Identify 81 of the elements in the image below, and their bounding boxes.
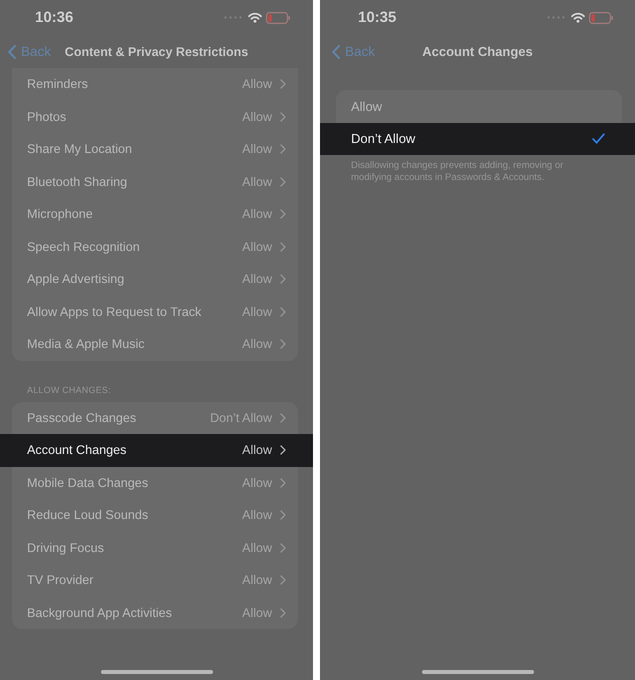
chevron-left-icon	[332, 44, 340, 58]
settings-row[interactable]: Reduce Loud Sounds Allow	[12, 499, 298, 532]
option-label: Allow	[351, 98, 382, 114]
row-label: Mobile Data Changes	[27, 476, 150, 490]
chevron-right-icon	[280, 242, 286, 252]
battery-icon	[266, 12, 290, 24]
settings-row[interactable]: Bluetooth Sharing Allow	[12, 166, 298, 198]
back-button[interactable]: Back	[332, 42, 376, 60]
row-label: Bluetooth Sharing	[27, 174, 128, 189]
back-button[interactable]: Back	[8, 42, 52, 60]
option-row[interactable]: Allow	[336, 90, 622, 122]
option-label: Don’t Allow	[351, 131, 416, 146]
row-value: Allow	[242, 443, 272, 458]
row-label: Photos	[27, 110, 68, 124]
row-value: Allow	[242, 540, 272, 555]
row-value: Allow	[242, 304, 272, 319]
row-label: Apple Advertising	[27, 272, 126, 286]
chevron-right-icon	[280, 209, 286, 220]
chevron-right-icon	[280, 445, 286, 456]
row-label: Reminders	[27, 77, 89, 92]
settings-row[interactable]: Mobile Data Changes Allow	[12, 466, 298, 499]
chevron-right-icon	[280, 339, 286, 350]
settings-row[interactable]: Speech Recognition Allow	[12, 230, 298, 263]
row-value: Allow	[242, 337, 272, 352]
chevron-right-icon	[280, 608, 286, 618]
chevron-right-icon	[280, 274, 286, 284]
chevron-right-icon	[280, 412, 286, 423]
settings-row[interactable]: Passcode Changes Don’t Allow	[12, 402, 298, 434]
row-value: Allow	[242, 240, 272, 254]
settings-row[interactable]: Background App Activities Allow	[12, 596, 298, 629]
wifi-icon	[248, 12, 262, 23]
settings-row[interactable]: Microphone Allow	[12, 198, 298, 230]
chevron-right-icon	[280, 542, 286, 553]
settings-row[interactable]: Driving Focus Allow	[12, 532, 298, 564]
settings-row[interactable]: Account Changes Allow	[0, 434, 313, 466]
row-label: Allow Apps to Request to Track	[27, 304, 202, 319]
nav-title: Content & Privacy Restrictions	[64, 44, 248, 60]
row-label: Media & Apple Music	[27, 337, 146, 352]
chevron-right-icon	[280, 112, 286, 122]
row-value: Allow	[242, 272, 272, 286]
chevron-right-icon	[280, 144, 286, 154]
row-label: Driving Focus	[27, 540, 105, 555]
nav-title: Account Changes	[422, 42, 533, 60]
row-value: Allow	[242, 573, 272, 588]
row-value: Allow	[242, 606, 272, 620]
row-value: Allow	[242, 508, 272, 522]
row-label: TV Provider	[27, 573, 94, 588]
settings-row[interactable]: Allow Apps to Request to Track Allow	[12, 296, 298, 328]
row-value: Allow	[242, 174, 272, 189]
row-label: Background App Activities	[27, 606, 173, 620]
battery-icon	[589, 12, 613, 24]
settings-row[interactable]: TV Provider Allow	[12, 564, 298, 596]
row-label: Speech Recognition	[27, 240, 141, 254]
row-value: Allow	[242, 142, 272, 156]
row-label: Share My Location	[27, 142, 134, 156]
row-label: Microphone	[27, 207, 94, 222]
row-value: Allow	[242, 476, 272, 490]
row-label: Reduce Loud Sounds	[27, 508, 150, 522]
option-row[interactable]: Don’t Allow	[320, 122, 635, 155]
settings-row[interactable]: Share My Location Allow	[12, 133, 298, 166]
chevron-left-icon	[8, 44, 16, 58]
chevron-right-icon	[280, 510, 286, 520]
settings-row[interactable]: Apple Advertising Allow	[12, 263, 298, 296]
status-time: 10:35	[358, 8, 396, 26]
row-value: Allow	[242, 110, 272, 124]
checkmark-icon	[592, 133, 605, 144]
wifi-icon	[571, 12, 585, 23]
settings-row[interactable]: Media & Apple Music Allow	[12, 328, 298, 360]
row-label: Account Changes	[27, 443, 128, 458]
row-value: Don’t Allow	[210, 410, 272, 425]
row-value: Allow	[242, 77, 272, 92]
chevron-right-icon	[280, 575, 286, 586]
chevron-right-icon	[280, 306, 286, 317]
chevron-right-icon	[280, 176, 286, 187]
settings-row[interactable]: Reminders Allow	[12, 68, 298, 100]
chevron-right-icon	[280, 79, 286, 90]
status-time: 10:36	[35, 8, 74, 26]
row-value: Allow	[242, 207, 272, 222]
chevron-right-icon	[280, 478, 286, 488]
row-label: Passcode Changes	[27, 410, 138, 425]
settings-row[interactable]: Photos Allow	[12, 100, 298, 133]
